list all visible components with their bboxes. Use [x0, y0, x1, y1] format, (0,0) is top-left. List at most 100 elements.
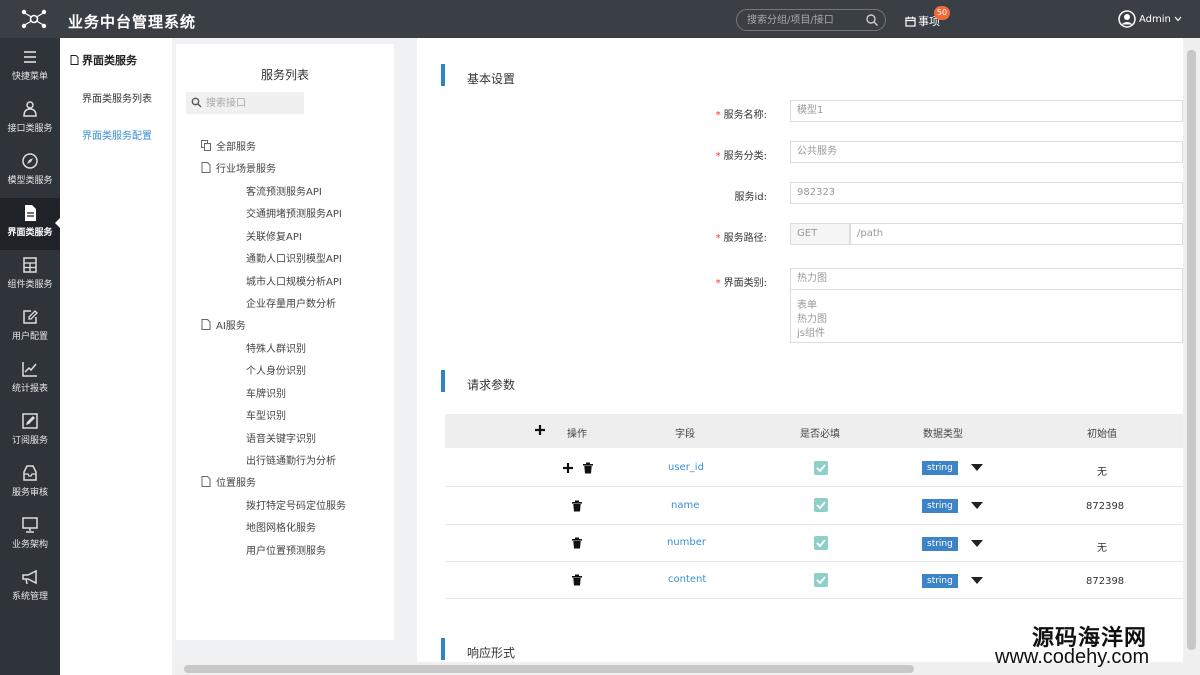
section-marker: [441, 370, 445, 392]
inbox-icon: [23, 465, 37, 481]
tree-item[interactable]: 交通拥堵预测服务API: [246, 205, 342, 220]
caret-down-icon[interactable]: [971, 464, 983, 471]
nav-item-api-services[interactable]: 接口类服务: [0, 94, 60, 146]
th-initial-value: 初始值: [1087, 429, 1117, 440]
pencil-square-icon: [22, 413, 38, 429]
required-checkbox[interactable]: [814, 536, 828, 550]
watermark-en: www.codehy.com: [995, 646, 1150, 668]
trash-icon[interactable]: [571, 537, 583, 549]
service-category-input[interactable]: 公共服务: [790, 141, 1183, 163]
trash-icon[interactable]: [571, 574, 583, 586]
scroll-thumb[interactable]: [1187, 50, 1196, 650]
tree-item[interactable]: 车牌识别: [246, 385, 286, 400]
data-type-tag[interactable]: string: [922, 574, 958, 588]
file-icon: [201, 476, 211, 487]
data-type-tag[interactable]: string: [922, 499, 958, 513]
param-field[interactable]: user_id: [668, 462, 704, 473]
search-icon[interactable]: [865, 13, 879, 27]
vertical-scrollbar[interactable]: [1183, 38, 1200, 675]
tree-item[interactable]: 客流预测服务API: [246, 183, 322, 198]
nav-label: 模型类服务: [7, 176, 53, 186]
tree-group-ai[interactable]: AI服务: [201, 317, 246, 332]
nav-item-service-review[interactable]: 服务审核: [0, 458, 60, 510]
tree-item[interactable]: 用户位置预测服务: [246, 542, 326, 557]
nav-item-subscription[interactable]: 订阅服务: [0, 406, 60, 458]
todo-badge: 50: [934, 6, 950, 20]
menu-icon: [24, 51, 36, 63]
tree-item[interactable]: 企业存量用户数分析: [246, 295, 336, 310]
global-search-input[interactable]: [737, 10, 857, 30]
tree-item[interactable]: 语音关键字识别: [246, 430, 316, 445]
path-method-select[interactable]: GET: [790, 223, 850, 245]
nav-label: 服务审核: [11, 488, 48, 498]
tree-group-location[interactable]: 位置服务: [201, 474, 256, 489]
add-row-icon[interactable]: [534, 424, 546, 436]
app-title: 业务中台管理系统: [68, 13, 197, 31]
tree-item[interactable]: 关联修复API: [246, 228, 302, 243]
label-service-name: * 服务名称:: [715, 110, 767, 121]
trash-icon[interactable]: [571, 500, 583, 512]
param-field[interactable]: name: [671, 500, 699, 511]
nav-item-system-admin[interactable]: 系统管理: [0, 562, 60, 614]
label-service-id: 服务id:: [734, 192, 768, 203]
caret-down-icon[interactable]: [971, 540, 983, 547]
chart-icon: [22, 362, 37, 377]
th-data-type: 数据类型: [923, 429, 963, 440]
service-id-input[interactable]: 982323: [790, 182, 1183, 204]
data-type-tag[interactable]: string: [922, 537, 958, 551]
tree-item[interactable]: 特殊人群识别: [246, 340, 306, 355]
document-icon: [70, 55, 79, 65]
service-name-input[interactable]: 模型1: [790, 100, 1183, 122]
megaphone-icon: [22, 569, 37, 585]
tree-item[interactable]: 通勤人口识别模型API: [246, 250, 342, 265]
scroll-thumb[interactable]: [184, 665, 914, 673]
required-checkbox[interactable]: [814, 573, 828, 587]
label-service-path: * 服务路径:: [715, 233, 767, 244]
tree-group-industry[interactable]: 行业场景服务: [201, 160, 276, 175]
ui-option-form[interactable]: 表单: [797, 296, 817, 311]
user-menu[interactable]: Admin: [1118, 10, 1182, 28]
tree-item[interactable]: 拨打特定号码定位服务: [246, 497, 346, 512]
tree-item[interactable]: 出行链通勤行为分析: [246, 452, 336, 467]
row-divider: [445, 524, 1183, 525]
ui-category-select[interactable]: 热力图: [790, 268, 1183, 290]
tree-item[interactable]: 城市人口规模分析API: [246, 273, 342, 288]
global-search[interactable]: [736, 9, 886, 31]
trash-icon[interactable]: [582, 462, 594, 474]
nav-item-statistics[interactable]: 统计报表: [0, 354, 60, 406]
ui-category-options: [790, 290, 1183, 343]
tree-item[interactable]: 地图网格化服务: [246, 519, 316, 534]
ui-option-heatmap[interactable]: 热力图: [797, 310, 827, 325]
caret-down-icon[interactable]: [971, 502, 983, 509]
config-form: 基本设置 * 服务名称: 模型1 * 服务分类: 公共服务 服务id: 982323…: [417, 38, 1183, 663]
sub-nav: 界面类服务 界面类服务列表 界面类服务配置: [60, 38, 172, 675]
nav-item-user-config[interactable]: 用户配置: [0, 302, 60, 354]
monitor-icon: [22, 517, 38, 533]
subnav-item-ui-service-list[interactable]: 界面类服务列表: [82, 90, 152, 105]
path-input[interactable]: /path: [850, 223, 1183, 245]
param-init-value: 872398: [1086, 576, 1125, 587]
service-search[interactable]: [186, 92, 304, 114]
nav-item-component-services[interactable]: 组件类服务: [0, 250, 60, 302]
subnav-item-ui-service-config[interactable]: 界面类服务配置: [82, 127, 152, 142]
nav-item-shortcut-menu[interactable]: 快捷菜单: [0, 42, 60, 94]
param-init-value: 872398: [1086, 501, 1125, 512]
required-checkbox[interactable]: [814, 498, 828, 512]
nav-item-ui-services[interactable]: 界面类服务: [0, 198, 61, 250]
tree-item[interactable]: 车型识别: [246, 407, 286, 422]
param-field[interactable]: content: [668, 574, 706, 585]
chevron-down-icon: [1174, 16, 1182, 22]
tree-item-all[interactable]: 全部服务: [201, 138, 256, 153]
nav-item-business-arch[interactable]: 业务架构: [0, 510, 60, 562]
data-type-tag[interactable]: string: [922, 461, 958, 475]
nav-item-model-services[interactable]: 模型类服务: [0, 146, 60, 198]
nav-label: 系统管理: [11, 592, 48, 602]
nav-label: 用户配置: [11, 332, 48, 342]
param-field[interactable]: number: [667, 537, 706, 548]
caret-down-icon[interactable]: [971, 577, 983, 584]
ui-option-js-component[interactable]: js组件: [797, 324, 825, 339]
tree-item[interactable]: 个人身份识别: [246, 362, 306, 377]
top-bar: 业务中台管理系统 事项 50 Admin: [0, 0, 1200, 38]
required-checkbox[interactable]: [814, 461, 828, 475]
add-row-icon[interactable]: [562, 462, 574, 474]
